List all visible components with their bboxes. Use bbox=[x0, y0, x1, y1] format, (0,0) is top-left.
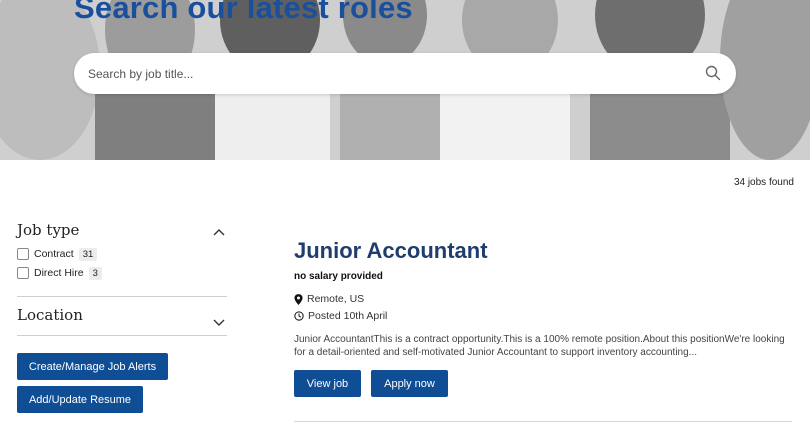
direct-hire-checkbox[interactable] bbox=[17, 267, 29, 279]
filter-divider bbox=[17, 335, 227, 336]
job-posted-text: Posted 10th April bbox=[308, 310, 388, 322]
chevron-up-icon[interactable] bbox=[212, 227, 226, 237]
filter-option-label: Direct Hire bbox=[34, 267, 84, 279]
job-description: Junior AccountantThis is a contract oppo… bbox=[294, 334, 785, 358]
clock-icon bbox=[294, 311, 304, 321]
filter-option-direct-hire[interactable]: Direct Hire 3 bbox=[17, 266, 102, 280]
filter-option-label: Contract bbox=[34, 248, 74, 260]
jobs-found-count: 34 jobs found bbox=[733, 177, 794, 188]
chevron-down-icon[interactable] bbox=[212, 318, 226, 328]
map-pin-icon bbox=[294, 293, 303, 305]
search-bar bbox=[74, 53, 736, 94]
filter-divider bbox=[17, 296, 227, 297]
filter-count-badge: 3 bbox=[88, 266, 102, 280]
job-title[interactable]: Junior Accountant bbox=[294, 238, 488, 264]
search-icon[interactable] bbox=[704, 64, 722, 82]
hero-banner: Search our latest roles bbox=[0, 0, 810, 160]
filter-count-badge: 31 bbox=[78, 247, 98, 261]
job-divider bbox=[294, 421, 792, 422]
filter-option-contract[interactable]: Contract 31 bbox=[17, 247, 98, 261]
job-posted: Posted 10th April bbox=[294, 309, 387, 323]
update-resume-button[interactable]: Add/Update Resume bbox=[17, 386, 143, 413]
page-title: Search our latest roles bbox=[74, 0, 413, 25]
contract-checkbox[interactable] bbox=[17, 248, 29, 260]
view-job-button[interactable]: View job bbox=[294, 370, 361, 397]
job-location-text: Remote, US bbox=[307, 293, 365, 305]
job-salary: no salary provided bbox=[294, 271, 383, 282]
apply-now-button[interactable]: Apply now bbox=[371, 370, 448, 397]
location-filter-title[interactable]: Location bbox=[17, 306, 83, 324]
job-location: Remote, US bbox=[294, 292, 364, 306]
job-type-filter-title[interactable]: Job type bbox=[17, 221, 79, 239]
create-job-alerts-button[interactable]: Create/Manage Job Alerts bbox=[17, 353, 168, 380]
search-input[interactable] bbox=[88, 53, 688, 94]
